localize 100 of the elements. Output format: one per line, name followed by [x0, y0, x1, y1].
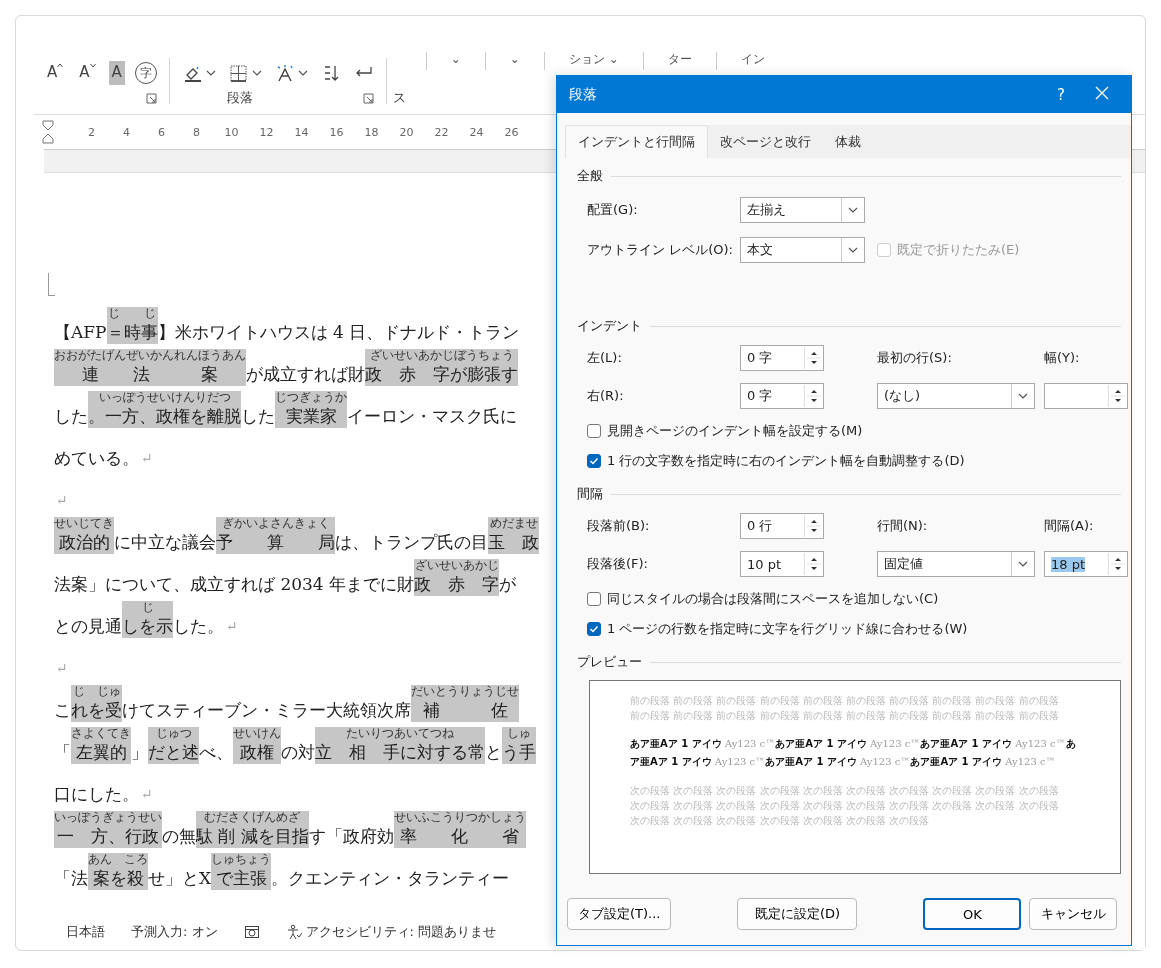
document-text: 予 算 局	[216, 531, 335, 554]
ruler-number: 20	[398, 125, 415, 139]
dialog-button[interactable]: キャンセル	[1029, 898, 1118, 930]
spin-arrows-icon[interactable]	[804, 515, 823, 537]
grow-font-button[interactable]: A	[44, 61, 67, 85]
line-spacing-value-field[interactable]: 18 pt	[1044, 551, 1128, 577]
paragraph-mark: ↵	[56, 659, 68, 678]
margin-corner-mark	[48, 273, 55, 296]
chevron-down-icon	[297, 70, 308, 76]
first-line-dropdown[interactable]: (なし)	[877, 383, 1035, 409]
furigana: むださくげんめざ	[204, 811, 301, 824]
ruler-number: 10	[223, 125, 240, 139]
document-text: こ	[54, 699, 71, 722]
ruler-number: 6	[157, 125, 166, 139]
dialog-tab[interactable]: インデントと行間隔	[565, 125, 708, 158]
dialog-button[interactable]: 既定に設定(D)	[737, 898, 858, 930]
spin-arrows-icon[interactable]	[804, 385, 823, 407]
spin-arrows-icon[interactable]	[804, 553, 823, 575]
shrink-font-button[interactable]: A	[76, 61, 99, 85]
furigana: ぎかいよさんきょく	[221, 517, 330, 530]
document-text: と	[485, 741, 502, 764]
chevron-down-icon	[251, 70, 262, 76]
document-text: う手	[502, 741, 536, 764]
spacing-before-field[interactable]: 0 行	[740, 513, 824, 539]
ribbon-item[interactable]: ション ⌄	[543, 52, 643, 70]
field-label: 配置(G):	[587, 201, 639, 219]
checkbox[interactable]	[587, 592, 601, 606]
document-text: 政権	[240, 741, 274, 764]
document-text: 「	[54, 741, 71, 764]
document-text: 立 相 手に対する常	[315, 741, 485, 764]
spin-arrows-icon[interactable]	[804, 347, 823, 369]
chevron-down-icon	[848, 207, 858, 213]
chevron-down-icon	[1018, 393, 1028, 399]
furigana: だいとうりょうじせ	[411, 685, 519, 698]
spin-arrows-icon[interactable]	[1108, 385, 1127, 407]
dialog-button[interactable]: タブ設定(T)...	[567, 898, 672, 930]
ribbon-item[interactable]: イン	[715, 52, 789, 70]
ribbon-item[interactable]: ター	[642, 52, 716, 70]
accessibility-status[interactable]: アクセシビリティ: 問題ありませ	[305, 923, 497, 941]
right-indent-field[interactable]: 0 字	[740, 383, 824, 409]
checkbox[interactable]	[587, 424, 601, 438]
document-text: 政治的	[58, 531, 110, 554]
furigana: あん ころ	[88, 853, 148, 866]
document-text: は、トランプ氏の目	[335, 531, 488, 554]
dialog-launcher-icon[interactable]	[362, 92, 374, 104]
ruler-number: 16	[328, 125, 345, 139]
document-text: 玉 政	[488, 531, 539, 554]
ruler-number: 2	[87, 125, 96, 139]
document-text: 】米ホワイトハウスは 4 日、ドナルド・トラン	[157, 321, 520, 344]
chevron-down-icon	[848, 247, 858, 253]
caret-up-icon	[57, 63, 64, 68]
checkbox-label[interactable]: 1 行の文字数を指定時に右のインデント幅を自動調整する(D)	[607, 452, 965, 470]
status-text[interactable]: 予測入力: オン	[131, 923, 218, 941]
checkbox[interactable]	[587, 454, 601, 468]
document-text: 案を殺	[92, 867, 144, 890]
spacing-after-field[interactable]: 10 pt	[740, 551, 824, 577]
line-spacing-dropdown[interactable]: 固定値	[877, 551, 1035, 577]
ruler-number: 14	[293, 125, 310, 139]
ruler-number: 22	[433, 125, 450, 139]
document-text: の対	[281, 741, 315, 764]
left-indent-field[interactable]: 0 字	[740, 345, 824, 371]
character-shading-button[interactable]: A	[108, 61, 125, 85]
chevron-down-icon	[1018, 561, 1028, 567]
ribbon-item[interactable]: ⌄	[484, 52, 544, 70]
ruler-number: 26	[503, 125, 520, 139]
dialog-launcher-icon[interactable]	[145, 92, 157, 104]
paragraph-mark: ↵	[56, 491, 68, 510]
document-text: が成立すれば財	[246, 363, 365, 386]
checkbox-label[interactable]: 見開きページのインデント幅を設定する(M)	[607, 422, 863, 440]
document-text: 。一方、政権を離脱	[88, 405, 241, 428]
furigana: じ	[141, 601, 154, 614]
status-text[interactable]: 日本語	[66, 923, 105, 941]
caret-down-icon	[89, 63, 96, 68]
dialog-button[interactable]: OK	[923, 898, 1022, 930]
ribbon-item[interactable]: ⌄	[425, 52, 485, 70]
outline-level-dropdown[interactable]: 本文	[740, 237, 865, 263]
checkbox-label[interactable]: 1 ページの行数を指定時に文字を行グリッド線に合わせる(W)	[607, 620, 968, 638]
accessibility-icon[interactable]	[285, 924, 302, 940]
borders-button[interactable]	[227, 62, 262, 84]
document-text: 一 方、行政	[57, 825, 159, 848]
checkmark-icon	[589, 456, 599, 466]
document-text: 【AFP	[54, 321, 107, 344]
spin-arrows-icon[interactable]	[1108, 553, 1127, 575]
section-heading: プレビュー	[577, 653, 642, 671]
document-text: 「法	[54, 867, 88, 890]
furigana: いっぽうぎょうせい	[54, 811, 162, 824]
preview-text: あア亜Aア 1 アイウ Ay123 c™あア亜Aア 1 アイウ Ay123 c™あア亜Aア 1 アイウ Ay123 c™あ	[630, 737, 1077, 751]
indent-marker-icon[interactable]	[42, 120, 54, 144]
record-macro-icon[interactable]	[243, 924, 260, 940]
checkbox-label[interactable]: 同じスタイルの場合は段落間にスペースを追加しない(C)	[607, 590, 939, 608]
paragraph-mark: ↵	[141, 449, 153, 468]
document-text: が	[499, 573, 517, 596]
furigana: ざいせいあかじぼうちょう	[369, 349, 514, 362]
indent-width-field[interactable]	[1044, 383, 1128, 409]
help-button[interactable]: ?	[1047, 85, 1075, 104]
checkbox[interactable]	[587, 622, 601, 636]
document-text: 政 赤 字	[414, 573, 500, 596]
document-text: せ」とX	[148, 867, 212, 890]
field-label: 間隔(A):	[1044, 517, 1095, 535]
alignment-dropdown[interactable]: 左揃え	[740, 197, 865, 223]
